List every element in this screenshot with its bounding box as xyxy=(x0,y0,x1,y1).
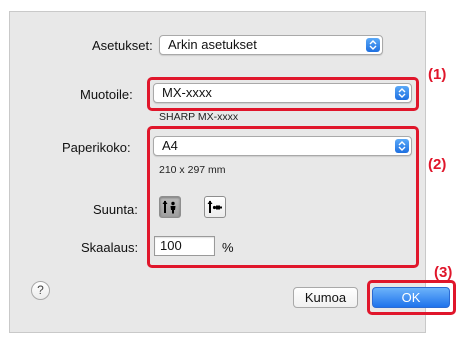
settings-select[interactable]: Arkin asetukset xyxy=(159,35,383,55)
printer-description: SHARP MX-xxxx xyxy=(159,111,239,123)
callout-paper: (2) xyxy=(428,156,447,173)
callout-ok: (3) xyxy=(434,264,453,281)
ok-highlight-box xyxy=(367,280,456,315)
paper-settings-highlight-box xyxy=(147,126,419,268)
help-button[interactable]: ? xyxy=(31,281,50,300)
select-arrows-icon xyxy=(366,38,380,52)
settings-label: Asetukset: xyxy=(92,38,153,53)
orientation-label: Suunta: xyxy=(93,202,138,217)
callout-printer: (1) xyxy=(428,66,447,83)
scale-label: Skaalaus: xyxy=(81,240,139,255)
page-setup-dialog: Asetukset: Arkin asetukset Muotoile: MX-… xyxy=(0,0,467,344)
settings-select-value: Arkin asetukset xyxy=(168,37,257,52)
paper-size-label: Paperikoko: xyxy=(62,140,131,155)
printer-highlight-box xyxy=(147,77,419,111)
cancel-button[interactable]: Kumoa xyxy=(293,287,358,308)
printer-label: Muotoile: xyxy=(80,87,133,102)
